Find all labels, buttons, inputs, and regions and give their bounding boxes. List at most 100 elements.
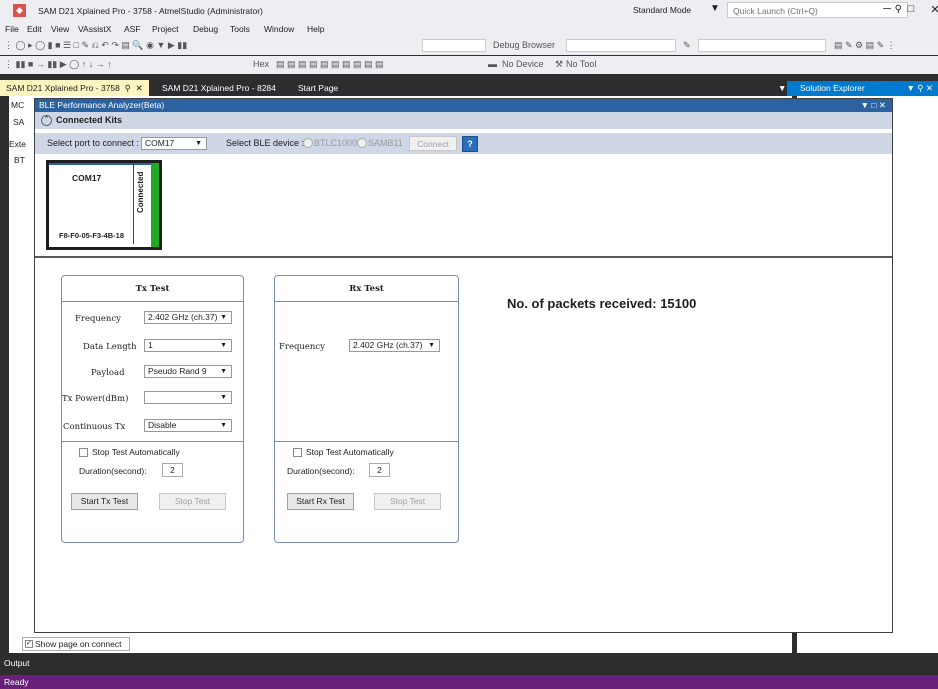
tx-title-divider [62,301,243,302]
debug-toolbar: ⋮ ▮▮ ■ → ▮▮ ▶ ◯ ↑ ↓ → ↑ Hex ▤ ▤ ▤ ▤ ▤ ▤ … [0,56,938,74]
debug-icons[interactable]: ⋮ ▮▮ ■ → ▮▮ ▶ ◯ ↑ ↓ → ↑ [4,59,112,70]
config-dropdown[interactable] [422,39,486,52]
show-page-on-connect[interactable]: ✓ Show page on connect [22,637,130,651]
start-rx-test-button[interactable]: Start Rx Test [287,493,354,510]
menu-file[interactable]: File [5,24,19,34]
hex-toggle[interactable]: Hex [253,59,269,69]
quick-launch-placeholder: Quick Launch (Ctrl+Q) [733,6,818,16]
doc-fragment-mc: MC [11,100,25,110]
no-tool-label[interactable]: No Tool [566,59,596,69]
menu-help[interactable]: Help [307,24,324,34]
connected-kits-header[interactable]: ⌃ Connected Kits [35,112,892,129]
tx-continuous-select[interactable]: Disable ▼ [144,419,232,432]
search-icon: ⚲ [894,4,902,15]
status-text: Ready [4,677,29,687]
debug-browser-dropdown[interactable] [566,39,676,52]
tx-payload-select[interactable]: Pseudo Rand 9 ▼ [144,365,232,378]
radio-btlc1000[interactable] [303,138,313,148]
tx-power-select[interactable]: ▼ [144,391,232,404]
port-selection-bar: Select port to connect : COM17 ▼ Select … [35,133,892,154]
menu-bar: File Edit View VAssistX ASF Project Debu… [0,22,938,37]
doc-fragment-exte: Exte [9,139,27,149]
debug-icons-2[interactable]: ▤ ▤ ▤ ▤ ▤ ▤ ▤ ▤ ▤ ▤ [276,59,384,70]
doc-fragment-bt: BT [14,155,25,165]
device-icon: ▬ [488,59,497,69]
kit-address: F8-F0-05-F3-4B-18 [59,231,125,240]
find-dropdown[interactable] [698,39,826,52]
connect-button[interactable]: Connect [409,136,457,151]
rx-test-title: Rx Test [349,284,384,294]
menu-asf[interactable]: ASF [124,24,141,34]
pin-icon[interactable]: ⚲ [122,83,131,93]
chevron-down-icon: ▼ [195,140,202,147]
menu-edit[interactable]: Edit [27,24,42,34]
stop-rx-test-button[interactable]: Stop Test [374,493,441,510]
tx-payload-value: Pseudo Rand 9 [148,366,207,376]
stop-tx-test-button[interactable]: Stop Test [159,493,226,510]
doc-fragment-sa: SA [13,117,25,127]
select-device-label: Select BLE device : [226,138,305,148]
solution-explorer-header[interactable]: Solution Explorer ▼ ⚲ ✕ [787,81,938,96]
rx-frequency-label: Frequency [279,342,325,352]
menu-window[interactable]: Window [264,24,294,34]
maximize-button[interactable]: □ [904,3,918,15]
toolbar-icons-left[interactable]: ⋮ ◯ ▸ ◯ ▮ ■ ☰ □ ✎ ⎌ ↶ ↷ ▤ 🔍 ◉ ▼ ▶ ▮▮ [4,40,187,51]
rx-frequency-select[interactable]: 2.402 GHz (ch.37) ▼ [349,339,440,352]
tool-icon: ⚒ [555,59,564,69]
solution-explorer-title: Solution Explorer [800,83,865,93]
toolbar-icons-right[interactable]: ▤ ✎ ⚙ ▤ ✎ ⋮ [834,40,896,51]
rx-duration-input[interactable]: 2 [369,463,390,477]
find-icon[interactable]: ✎ [683,40,691,51]
tx-duration-label: Duration(second): [79,466,147,476]
kit-status-strip: Connected [133,163,152,244]
section-divider [35,256,892,258]
menu-project[interactable]: Project [152,24,178,34]
rx-stop-auto-checkbox[interactable] [293,448,302,457]
rx-duration-label: Duration(second): [287,466,355,476]
tx-duration-input[interactable]: 2 [162,463,183,477]
port-select[interactable]: COM17 ▼ [141,137,207,150]
radio-samb11[interactable] [357,138,367,148]
menu-debug[interactable]: Debug [193,24,218,34]
tab-label: SAM D21 Xplained Pro - 3758 [6,83,120,93]
chevron-down-icon: ▼ [220,368,227,375]
tx-continuous-label: Continuous Tx [63,422,126,432]
tab-sam-d21-8284[interactable]: SAM D21 Xplained Pro - 8284 [156,80,282,96]
ble-window-controls-icon[interactable]: ▼ □ ✕ [861,99,886,112]
minimize-button[interactable]: ─ [880,3,894,15]
menu-view[interactable]: View [51,24,69,34]
show-page-checkbox[interactable]: ✓ [25,640,33,648]
tab-sam-d21-3758[interactable]: SAM D21 Xplained Pro - 3758 ⚲ ✕ [0,80,149,96]
port-select-value: COM17 [145,138,175,148]
packets-received-label: No. of packets received: [507,296,657,311]
output-tab[interactable]: Output [4,658,30,668]
kit-card[interactable]: COM17 Connected F8-F0-05-F3-4B-18 [46,160,162,250]
no-device-label[interactable]: No Device [502,59,544,69]
window-title: SAM D21 Xplained Pro - 3758 - AtmelStudi… [38,6,263,16]
tx-stop-auto-checkbox[interactable] [79,448,88,457]
close-button[interactable]: ✕ [928,3,938,16]
chevron-down-icon: ▼ [220,422,227,429]
tx-data-length-select[interactable]: 1 ▼ [144,339,232,352]
rx-options-divider [275,441,458,442]
menu-vassistx[interactable]: VAssistX [78,24,111,34]
panel-divider [792,630,797,653]
tx-frequency-select[interactable]: 2.402 GHz (ch.37) ▼ [144,311,232,324]
close-tab-icon[interactable]: ✕ [133,83,143,93]
rx-stop-auto-label: Stop Test Automatically [306,447,394,457]
tab-start-page[interactable]: Start Page [292,80,344,96]
chevron-down-icon: ▼ [220,394,227,401]
solution-explorer-controls-icon[interactable]: ▼ ⚲ ✕ [907,81,933,96]
start-tx-test-button[interactable]: Start Tx Test [71,493,138,510]
packets-received: No. of packets received: 15100 [507,296,696,311]
feedback-icon[interactable]: ▼ [710,3,720,14]
chevron-down-icon: ▼ [220,314,227,321]
rx-frequency-value: 2.402 GHz (ch.37) [353,340,423,350]
kit-status: Connected [136,171,145,213]
collapse-icon[interactable]: ⌃ [41,115,52,126]
menu-tools[interactable]: Tools [230,24,250,34]
rx-title-divider [275,301,458,302]
help-icon[interactable]: ? [462,136,478,152]
tx-data-length-value: 1 [148,340,153,350]
debug-browser-label[interactable]: Debug Browser [493,40,555,50]
